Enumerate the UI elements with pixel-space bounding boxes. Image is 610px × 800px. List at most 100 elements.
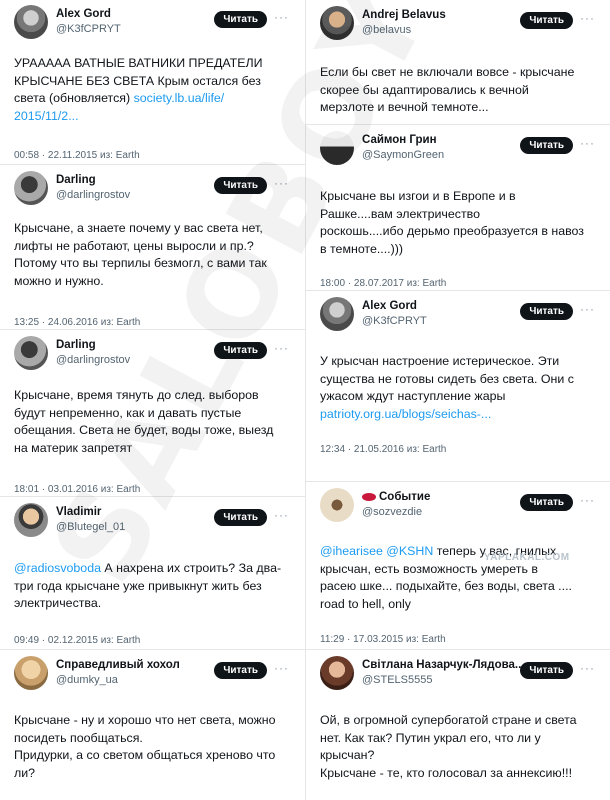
more-options-icon[interactable]: ··· xyxy=(580,493,595,507)
tweet-text: @radiosvoboda А нахрена их строить? За д… xyxy=(14,560,297,613)
avatar[interactable] xyxy=(14,5,48,39)
author-handle[interactable]: @darlingrostov xyxy=(56,188,130,203)
text-segment: Крысчане - ну и хорошо что нет света, мо… xyxy=(14,713,276,727)
text-line: нет. Как так? Путин украл его, что ли у xyxy=(320,730,603,748)
more-options-icon[interactable]: ··· xyxy=(580,302,595,316)
author-name[interactable]: Vladimir xyxy=(56,505,125,520)
follow-button[interactable]: Читать xyxy=(214,342,267,359)
more-options-icon[interactable]: ··· xyxy=(580,11,595,25)
text-line: Придурки, а со светом общаться хреново ч… xyxy=(14,747,297,765)
text-segment: ли? xyxy=(14,765,36,780)
more-options-icon[interactable]: ··· xyxy=(274,508,289,522)
text-line: @radiosvoboda А нахрена их строить? За д… xyxy=(14,560,297,578)
text-line: крысчан, есть возможность умереть в xyxy=(320,561,603,579)
text-line: крысчан? xyxy=(320,747,603,765)
tweet-timestamp[interactable]: 11:29 · 17.03.2015 из: Earth xyxy=(320,634,446,645)
avatar[interactable] xyxy=(14,503,48,537)
follow-button[interactable]: Читать xyxy=(214,177,267,194)
author-handle[interactable]: @SaymonGreen xyxy=(362,148,444,163)
text-line: 2015/11/2... xyxy=(14,108,297,126)
author-name[interactable]: Alex Gord xyxy=(56,7,121,22)
author-name[interactable]: Событие xyxy=(379,491,430,503)
left-column: Alex Gord @K3fCPRYT Читать ··· УРААААА ВАТНЫ… xyxy=(0,0,305,800)
tweet-link[interactable]: 2015/11/2... xyxy=(14,109,79,123)
text-segment: будут непременно, как и давать пустые xyxy=(14,405,242,420)
site-watermark: YAPLAKAL.COM xyxy=(484,552,570,563)
more-options-icon[interactable]: ··· xyxy=(580,661,595,675)
author-handle[interactable]: @K3fCPRYT xyxy=(56,22,121,37)
tweet-header: Vladimir @Blutegel_01 Читать ··· xyxy=(14,500,293,540)
author-block: Vladimir @Blutegel_01 xyxy=(56,505,125,535)
text-line: три года крысчане уже привыкнут жить без xyxy=(14,578,297,596)
text-segment: У крысчан настроение истерическое. Эти xyxy=(320,354,560,368)
tweet: Andrej Belavus @belavus Читать ··· Если бы с… xyxy=(306,0,610,125)
tweet: Alex Gord @K3fCPRYT Читать ··· У крысчан нас… xyxy=(306,291,610,482)
text-line: мерзлоте и вечной темноте... xyxy=(320,99,603,117)
author-name[interactable]: Darling xyxy=(56,173,130,188)
avatar[interactable] xyxy=(320,656,354,690)
follow-button[interactable]: Читать xyxy=(214,11,267,28)
text-segment: света (обновляется) xyxy=(14,91,134,105)
follow-button[interactable]: Читать xyxy=(214,509,267,526)
tweet: Справедливый хохол @dumky_ua Читать ··· Крыс… xyxy=(0,650,305,800)
tweet: Саймон Грин @SaymonGreen Читать ··· Крысчане… xyxy=(306,125,610,291)
avatar[interactable] xyxy=(14,336,48,370)
text-line: Рашке....вам электричество xyxy=(320,206,603,224)
author-handle[interactable]: @sozvezdie xyxy=(362,505,430,520)
text-segment: скорее бы адаптировались к вечной xyxy=(320,82,529,97)
tweet-link[interactable]: society.lb.ua/life/ xyxy=(134,91,225,105)
avatar[interactable] xyxy=(14,171,48,205)
more-options-icon[interactable]: ··· xyxy=(274,176,289,190)
author-handle[interactable]: @belavus xyxy=(362,23,446,38)
tweet-timestamp[interactable]: 00:58 · 22.11.2015 из: Earth xyxy=(14,150,140,161)
text-segment: Крысчане - те, кто голосовал за аннексию… xyxy=(320,765,573,780)
tweet-text: Крысчане - ну и хорошо что нет света, мо… xyxy=(14,712,297,782)
text-line: посидеть пообщаться. xyxy=(14,730,297,748)
follow-button[interactable]: Читать xyxy=(520,137,573,154)
more-options-icon[interactable]: ··· xyxy=(274,10,289,24)
follow-button[interactable]: Читать xyxy=(520,303,573,320)
author-name[interactable]: Світлана Назарчук-Лядова... xyxy=(362,658,525,673)
tweet-text: Крысчане вы изгои и в Европе и в Рашке..… xyxy=(320,188,603,258)
text-line: будут непременно, как и давать пустые xyxy=(14,405,297,423)
more-options-icon[interactable]: ··· xyxy=(580,136,595,150)
author-name[interactable]: Andrej Belavus xyxy=(362,8,446,23)
author-handle[interactable]: @darlingrostov xyxy=(56,353,130,368)
follow-button[interactable]: Читать xyxy=(520,494,573,511)
follow-button[interactable]: Читать xyxy=(214,662,267,679)
tweet-timestamp[interactable]: 13:25 · 24.06.2016 из: Earth xyxy=(14,317,140,328)
follow-button[interactable]: Читать xyxy=(520,662,573,679)
author-handle[interactable]: @STELS5555 xyxy=(362,673,525,688)
tweet-link[interactable]: patrioty.org.ua/blogs/seichas-... xyxy=(320,407,491,421)
tweet-timestamp[interactable]: 09:49 · 02.12.2015 из: Earth xyxy=(14,635,140,646)
author-name[interactable]: Darling xyxy=(56,338,130,353)
text-line: можно и нужно. xyxy=(14,273,297,291)
author-handle[interactable]: @Blutegel_01 xyxy=(56,520,125,535)
tweet-link[interactable]: @radiosvoboda xyxy=(14,561,101,575)
avatar[interactable] xyxy=(14,656,48,690)
author-handle[interactable]: @K3fCPRYT xyxy=(362,314,427,329)
tweet-timestamp[interactable]: 18:01 · 03.01.2016 из: Earth xyxy=(14,484,140,495)
tweet-timestamp[interactable]: 18:00 · 28.07.2017 из: Earth xyxy=(320,278,446,289)
tweet: Vladimir @Blutegel_01 Читать ··· @radiosvobo… xyxy=(0,497,305,650)
follow-button[interactable]: Читать xyxy=(520,12,573,29)
author-name[interactable]: Справедливый хохол xyxy=(56,658,180,673)
text-segment: Придурки, а со светом общаться хреново ч… xyxy=(14,748,276,762)
avatar[interactable] xyxy=(320,297,354,331)
more-options-icon[interactable]: ··· xyxy=(274,661,289,675)
tweet-header: Alex Gord @K3fCPRYT Читать ··· xyxy=(320,294,599,334)
avatar[interactable] xyxy=(320,6,354,40)
text-line: У крысчан настроение истерическое. Эти xyxy=(320,353,603,371)
tweet-timestamp[interactable]: 12:34 · 21.05.2016 из: Earth xyxy=(320,444,446,455)
more-options-icon[interactable]: ··· xyxy=(274,341,289,355)
author-name[interactable]: Саймон Грин xyxy=(362,133,444,148)
author-handle[interactable]: @dumky_ua xyxy=(56,673,180,688)
tweet-text: УРААААА ВАТНЫЕ ВАТНИКИ ПРЕДАТЕЛИ КРЫСЧАНЕ… xyxy=(14,55,297,125)
tweet-link[interactable]: @ihearisee @KSHN xyxy=(320,544,433,558)
text-line: на материк запретят xyxy=(14,440,297,458)
text-segment: КРЫСЧАНЕ БЕЗ СВЕТА Крым остался без xyxy=(14,73,261,88)
avatar[interactable] xyxy=(320,131,354,165)
author-name[interactable]: Alex Gord xyxy=(362,299,427,314)
avatar[interactable] xyxy=(320,488,354,522)
tweet-header: Справедливый хохол @dumky_ua Читать ··· xyxy=(14,653,293,693)
